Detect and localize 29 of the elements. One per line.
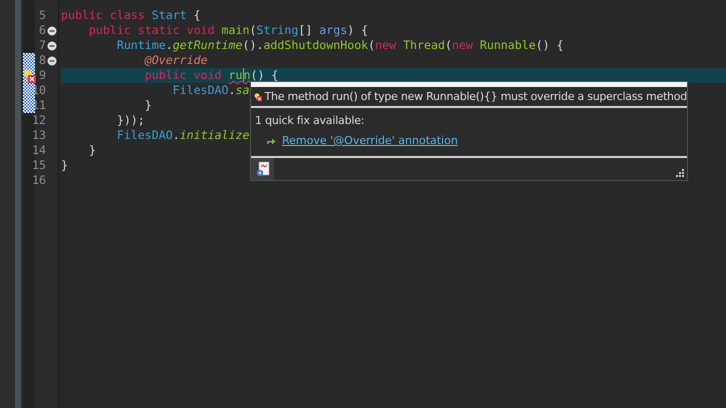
- code-line: }: [88, 143, 96, 157]
- code-line: @Override: [144, 53, 208, 67]
- scroll-bar[interactable]: [15, 0, 21, 408]
- line-number: 9: [39, 68, 46, 83]
- code-line: }: [144, 98, 152, 112]
- resize-grip-icon: [675, 168, 685, 178]
- line-number: 14: [32, 143, 46, 158]
- code-line: Runtime.getRuntime().addShutdownHook(new Thread(new Runnable() {: [116, 38, 564, 52]
- line-number: 5: [39, 8, 46, 23]
- line-number: 15: [32, 158, 46, 173]
- code-line: public class Start {: [61, 8, 201, 22]
- line-number: 8: [39, 53, 46, 68]
- code-line: public void ru n() {: [144, 68, 278, 82]
- line-number: 13: [32, 128, 46, 143]
- quick-fix-link[interactable]: Remove '@Override' annotation: [282, 133, 458, 149]
- line-number: 7: [39, 38, 46, 53]
- arrow-icon: [266, 137, 276, 145]
- quick-fix-count: 1 quick fix available:: [255, 113, 366, 129]
- line-number: 16: [32, 173, 46, 188]
- preferences-button[interactable]: [251, 158, 274, 180]
- document-gear-icon: [254, 161, 270, 177]
- code-line: FilesDAO.sa: [172, 83, 250, 97]
- code-line: public static void main(String[] args) {: [88, 23, 368, 37]
- line-number: 12: [32, 113, 46, 128]
- code-line: }));: [116, 113, 145, 127]
- code-line: }: [61, 158, 68, 172]
- line-number: 6: [39, 23, 46, 38]
- error-message: The method run() of type new Runnable(){} must override a superclass method: [264, 90, 687, 103]
- code-line: FilesDAO.initialize: [116, 128, 250, 142]
